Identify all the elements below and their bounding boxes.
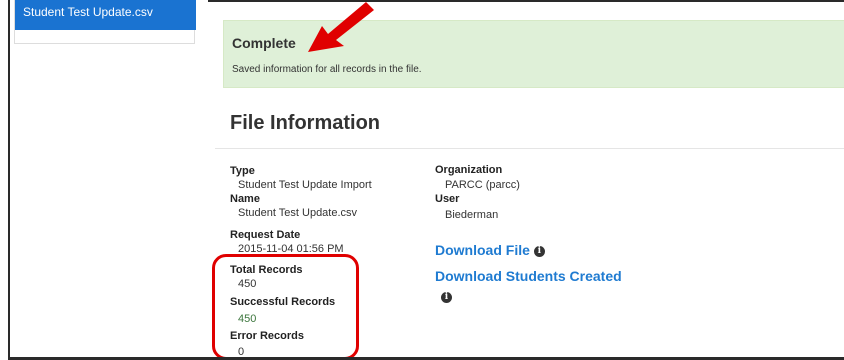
request-date-label: Request Date: [230, 229, 301, 241]
alert-title: Complete: [232, 35, 296, 51]
user-label: User: [435, 193, 460, 205]
user-value: Biederman: [445, 209, 499, 221]
students-info-wrapper: i: [441, 289, 452, 307]
sidebar: Student Test Update.csv: [14, 0, 196, 44]
records-highlight-annotation: [212, 254, 359, 360]
type-value: Student Test Update Import: [238, 179, 372, 191]
name-label: Name: [230, 193, 260, 205]
download-students-created-link[interactable]: Download Students Created: [435, 268, 622, 284]
organization-value: PARCC (parcc): [445, 179, 520, 191]
section-divider: [215, 148, 844, 149]
sidebar-item-file[interactable]: Student Test Update.csv: [15, 0, 196, 30]
download-file-link[interactable]: Download File i: [435, 242, 545, 258]
organization-label: Organization: [435, 164, 503, 176]
type-label: Type: [230, 165, 255, 177]
page-title: File Information: [230, 112, 380, 134]
name-value: Student Test Update.csv: [238, 207, 358, 219]
sidebar-item-label: Student Test Update.csv: [23, 5, 153, 19]
download-file-label: Download File: [435, 242, 530, 258]
alert-message: Saved information for all records in the…: [232, 64, 422, 75]
red-arrow-annotation: [308, 2, 374, 52]
info-icon[interactable]: i: [533, 245, 545, 257]
download-students-label: Download Students Created: [435, 268, 622, 284]
info-icon[interactable]: i: [441, 292, 452, 304]
